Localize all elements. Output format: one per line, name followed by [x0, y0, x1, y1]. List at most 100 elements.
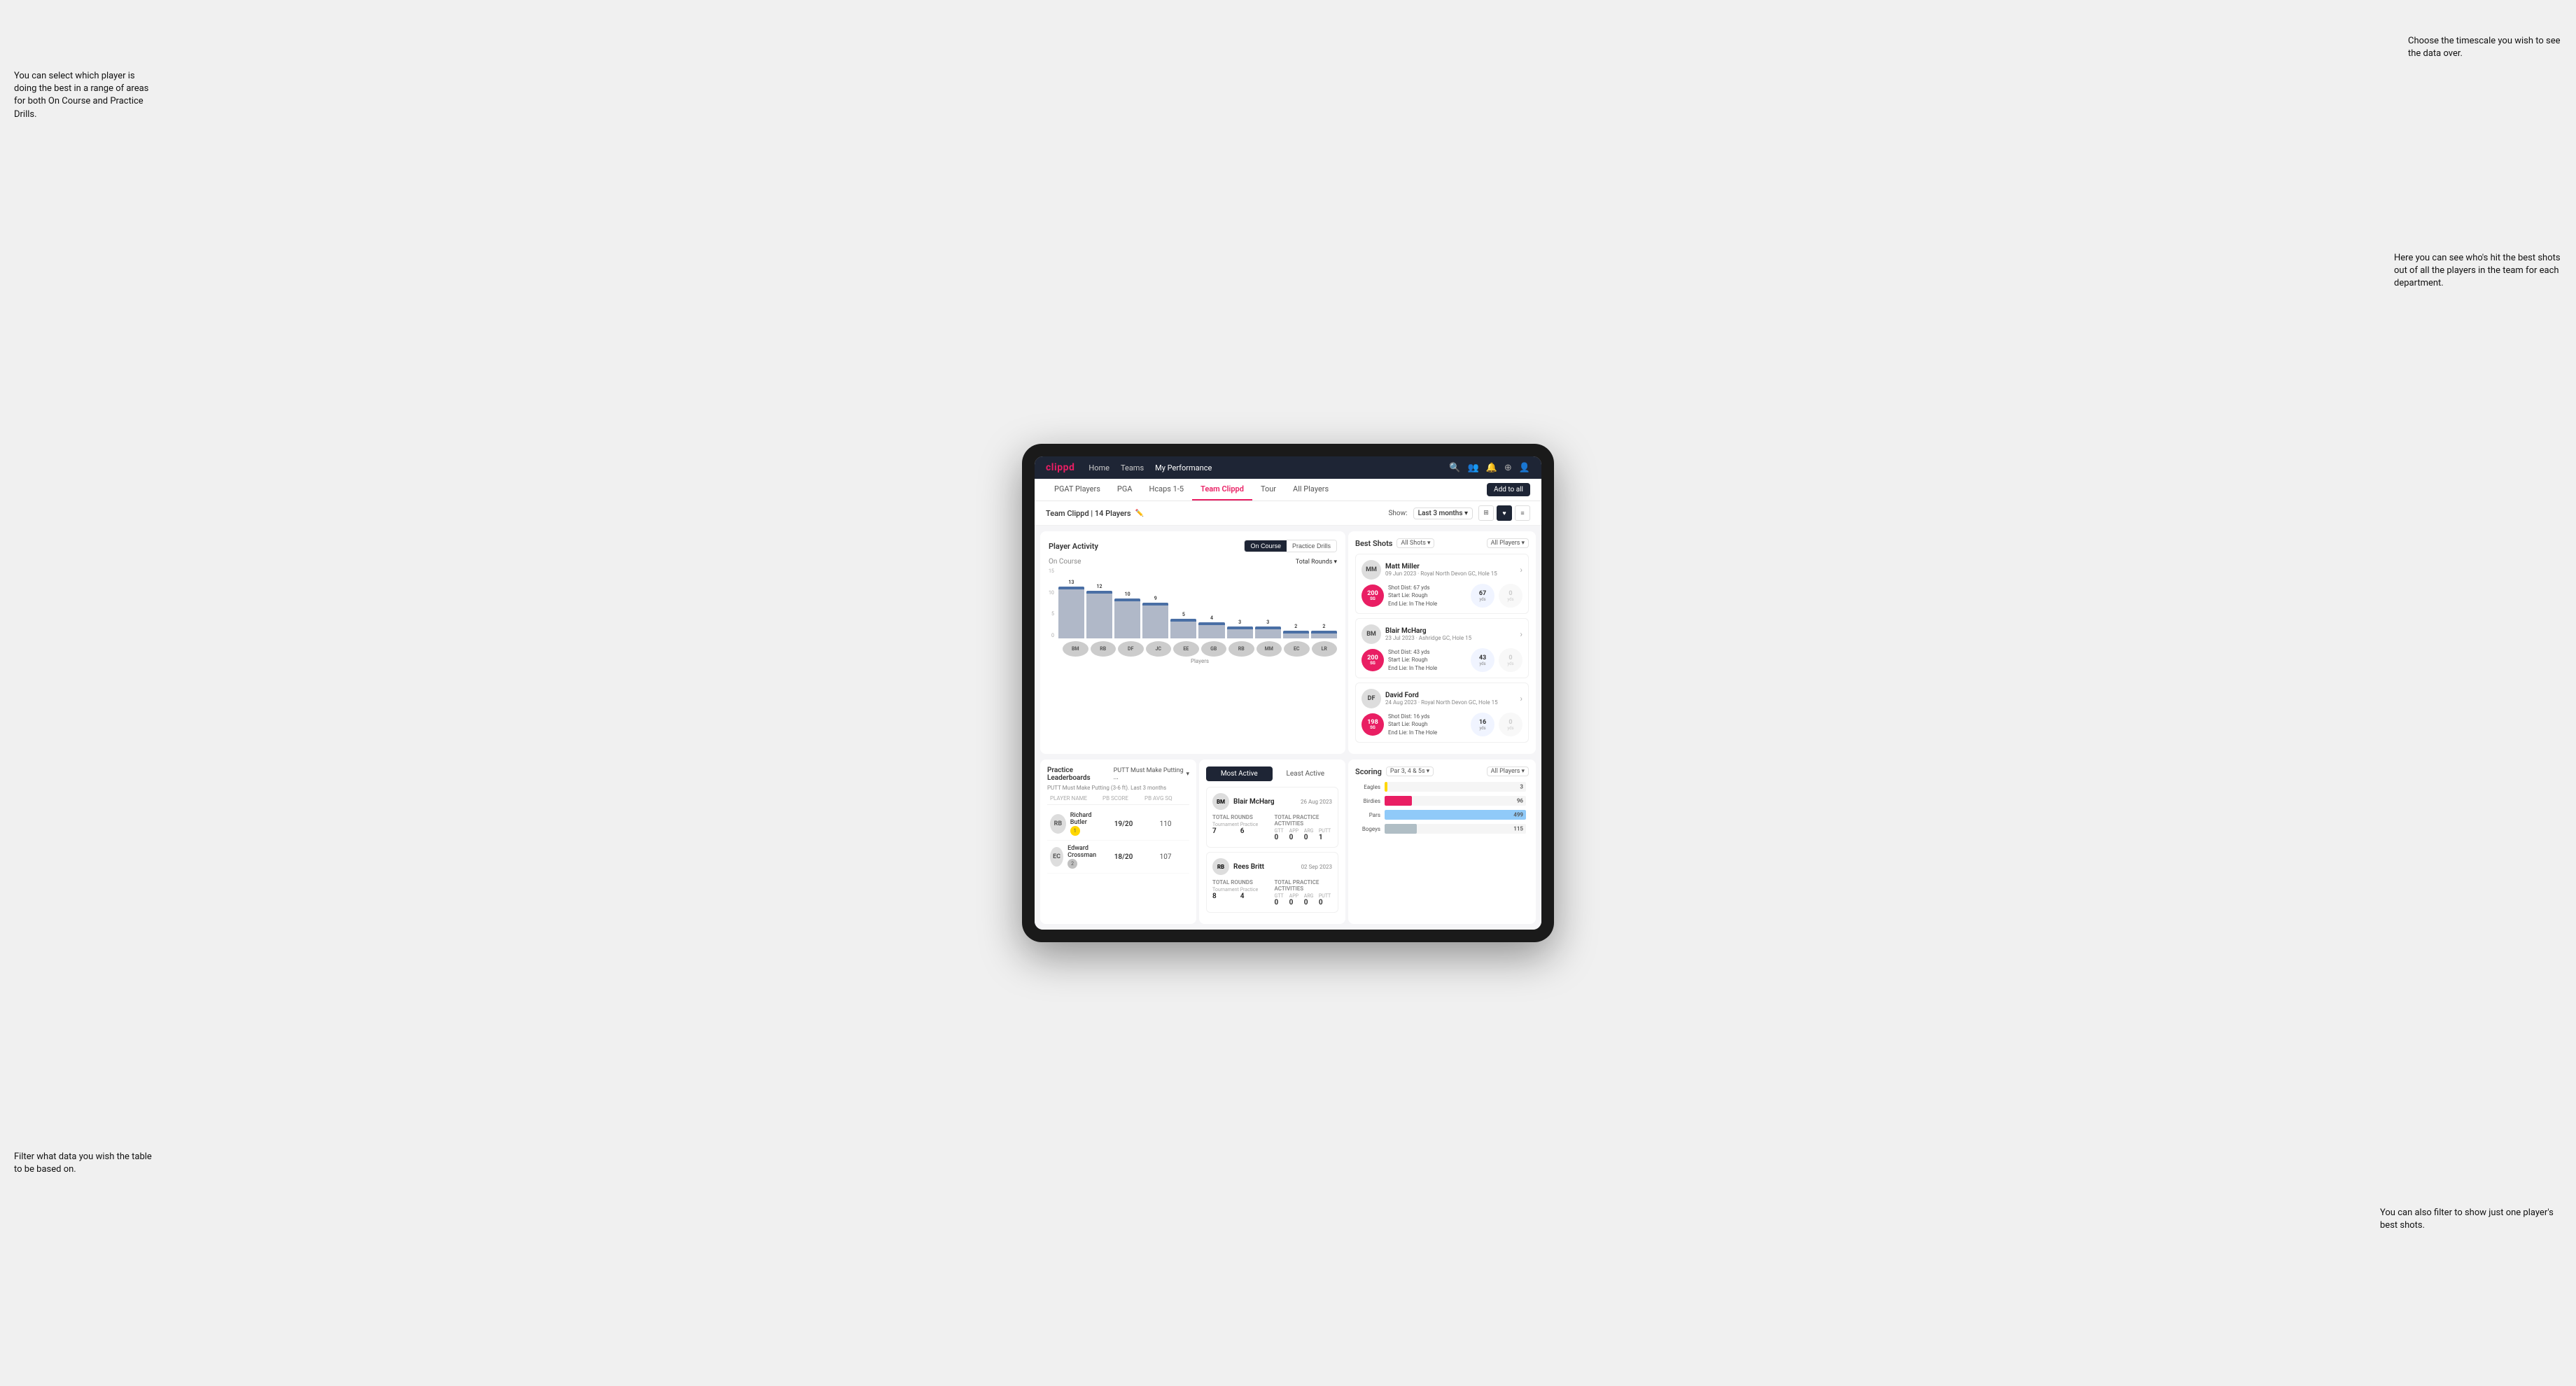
chevron-right-icon: › — [1520, 565, 1522, 575]
people-icon[interactable]: 👥 — [1468, 463, 1479, 473]
active-player-card[interactable]: RB Rees Britt 02 Sep 2023 Total Rounds T… — [1206, 852, 1338, 913]
bar[interactable] — [1170, 619, 1196, 638]
practice-acts-label: Total Practice Activities — [1275, 814, 1333, 827]
bar-group: 3 — [1255, 620, 1281, 638]
lb-rows: RB Richard Butler 1 19/20 110 EC Edward … — [1047, 808, 1189, 874]
tab-hcaps[interactable]: Hcaps 1-5 — [1141, 479, 1193, 500]
most-active-section: Most Active Least Active BM Blair McHarg… — [1199, 760, 1345, 924]
player-avatar[interactable]: RB — [1228, 641, 1254, 657]
all-shots-dropdown[interactable]: All Shots ▾ — [1396, 538, 1434, 548]
player-avatar[interactable]: DF — [1118, 641, 1144, 657]
apc-date: 02 Sep 2023 — [1301, 864, 1332, 870]
player-avatar[interactable]: MM — [1256, 641, 1282, 657]
bar-value-label: 3 — [1238, 620, 1241, 625]
active-tabs: Most Active Least Active — [1206, 766, 1338, 781]
bar[interactable] — [1198, 622, 1224, 638]
nav-home[interactable]: Home — [1088, 463, 1110, 472]
annotation-bottom-right: You can also filter to show just one pla… — [2380, 1207, 2562, 1232]
shot-card[interactable]: BM Blair McHarg 23 Jul 2023 · Ashridge G… — [1355, 618, 1529, 678]
annotation-top-left: You can select which player is doing the… — [14, 70, 154, 121]
table-view-btn[interactable]: ≡ — [1515, 505, 1530, 521]
bar[interactable] — [1255, 626, 1281, 638]
tablet-screen: clippd Home Teams My Performance 🔍 👥 🔔 ⊕… — [1035, 456, 1541, 930]
practice-drills-toggle[interactable]: Practice Drills — [1287, 540, 1336, 552]
player-avatar[interactable]: EE — [1173, 641, 1199, 657]
add-team-button[interactable]: Add to all — [1487, 483, 1530, 496]
least-active-tab[interactable]: Least Active — [1273, 766, 1339, 781]
timeframe-dropdown[interactable]: Last 3 months ▾ — [1413, 507, 1473, 519]
total-rounds-label: Total Rounds — [1212, 879, 1270, 886]
nav-teams[interactable]: Teams — [1121, 463, 1144, 472]
tab-pgat[interactable]: PGAT Players — [1046, 479, 1109, 500]
putt-value: 1 — [1319, 834, 1332, 841]
score-bar-wrap: 499 — [1385, 810, 1526, 820]
chart-area: 15 10 5 0 1312109543322 — [1049, 568, 1337, 638]
player-avatar[interactable]: RB — [1091, 641, 1116, 657]
player-avatar[interactable]: EC — [1284, 641, 1310, 657]
bar[interactable] — [1114, 598, 1140, 638]
lb-col-score: PB SCORE — [1102, 795, 1144, 802]
stat-bubble-dist: 43 yds — [1471, 648, 1494, 672]
score-value: 115 — [1513, 826, 1523, 832]
search-icon[interactable]: 🔍 — [1449, 463, 1460, 473]
bar[interactable] — [1283, 631, 1309, 638]
bar[interactable] — [1311, 631, 1337, 638]
most-active-tab[interactable]: Most Active — [1206, 766, 1273, 781]
shot-text: Shot Dist: 67 yds Start Lie: Rough End L… — [1388, 584, 1466, 608]
lb-score: 19/20 — [1102, 820, 1144, 828]
edit-icon[interactable]: ✏️ — [1135, 510, 1144, 517]
bar-group: 10 — [1114, 592, 1140, 638]
chart-x-label: Players — [1063, 658, 1337, 664]
lb-rank: 1 — [1070, 826, 1102, 836]
bar[interactable] — [1058, 587, 1084, 638]
tab-team-clippd[interactable]: Team Clippd — [1192, 479, 1252, 500]
user-icon[interactable]: 👤 — [1519, 463, 1530, 473]
tab-tour[interactable]: Tour — [1252, 479, 1284, 500]
show-label: Show: — [1388, 510, 1407, 517]
lb-row[interactable]: EC Edward Crossman 2 18/20 107 — [1047, 841, 1189, 874]
player-avatar[interactable]: GB — [1201, 641, 1227, 657]
view-icons: ⊞ ♥ ≡ — [1478, 505, 1530, 521]
bar-group: 5 — [1170, 612, 1196, 638]
bar[interactable] — [1227, 626, 1253, 638]
score-label: Eagles — [1358, 784, 1380, 790]
bell-icon[interactable]: 🔔 — [1486, 463, 1497, 473]
player-avatar[interactable]: BM — [1063, 641, 1088, 657]
tournament-value: 7 — [1212, 827, 1239, 835]
y-label-10: 10 — [1049, 590, 1054, 596]
tournament-value: 8 — [1212, 892, 1239, 900]
score-bar-fill — [1385, 824, 1417, 834]
y-label-15: 15 — [1049, 568, 1054, 574]
shot-text: Shot Dist: 16 yds Start Lie: Rough End L… — [1388, 713, 1466, 736]
bar[interactable] — [1086, 591, 1112, 638]
rank-badge: 2 — [1068, 859, 1077, 869]
tab-pga[interactable]: PGA — [1109, 479, 1141, 500]
scoring-all-players[interactable]: All Players ▾ — [1487, 766, 1529, 776]
score-label: Pars — [1358, 812, 1380, 818]
bar-value-label: 3 — [1266, 620, 1269, 625]
bar-group: 2 — [1311, 624, 1337, 638]
player-avatar[interactable]: LR — [1312, 641, 1338, 657]
scoring-filter[interactable]: Par 3, 4 & 5s ▾ — [1386, 766, 1434, 776]
active-player-card[interactable]: BM Blair McHarg 26 Aug 2023 Total Rounds… — [1206, 787, 1338, 848]
nav-myperformance[interactable]: My Performance — [1155, 463, 1212, 472]
chart-dropdown[interactable]: Total Rounds ▾ — [1296, 559, 1337, 566]
shot-card[interactable]: DF David Ford 24 Aug 2023 · Royal North … — [1355, 682, 1529, 743]
plus-circle-icon[interactable]: ⊕ — [1504, 463, 1512, 473]
tablet-frame: clippd Home Teams My Performance 🔍 👥 🔔 ⊕… — [1022, 444, 1554, 942]
on-course-toggle[interactable]: On Course — [1245, 540, 1287, 552]
chevron-right-icon: › — [1520, 629, 1522, 639]
grid-view-btn[interactable]: ⊞ — [1478, 505, 1494, 521]
tab-all-players[interactable]: All Players — [1284, 479, 1337, 500]
list-view-btn[interactable]: ♥ — [1497, 505, 1512, 521]
lb-row[interactable]: RB Richard Butler 1 19/20 110 — [1047, 808, 1189, 841]
shot-card[interactable]: MM Matt Miller 09 Jun 2023 · Royal North… — [1355, 554, 1529, 614]
bar[interactable] — [1142, 603, 1168, 638]
bar-value-label: 13 — [1068, 580, 1074, 585]
lb-col-avg: PB AVG SQ — [1144, 795, 1186, 802]
all-players-dropdown[interactable]: All Players ▾ — [1487, 538, 1529, 548]
player-avatar[interactable]: JC — [1146, 641, 1172, 657]
stat-bubble-zero: 0 yds — [1499, 584, 1522, 608]
drill-dropdown[interactable]: PUTT Must Make Putting ... ▾ — [1114, 767, 1189, 781]
drill-subtitle: PUTT Must Make Putting (3-6 ft). Last 3 … — [1047, 785, 1189, 791]
